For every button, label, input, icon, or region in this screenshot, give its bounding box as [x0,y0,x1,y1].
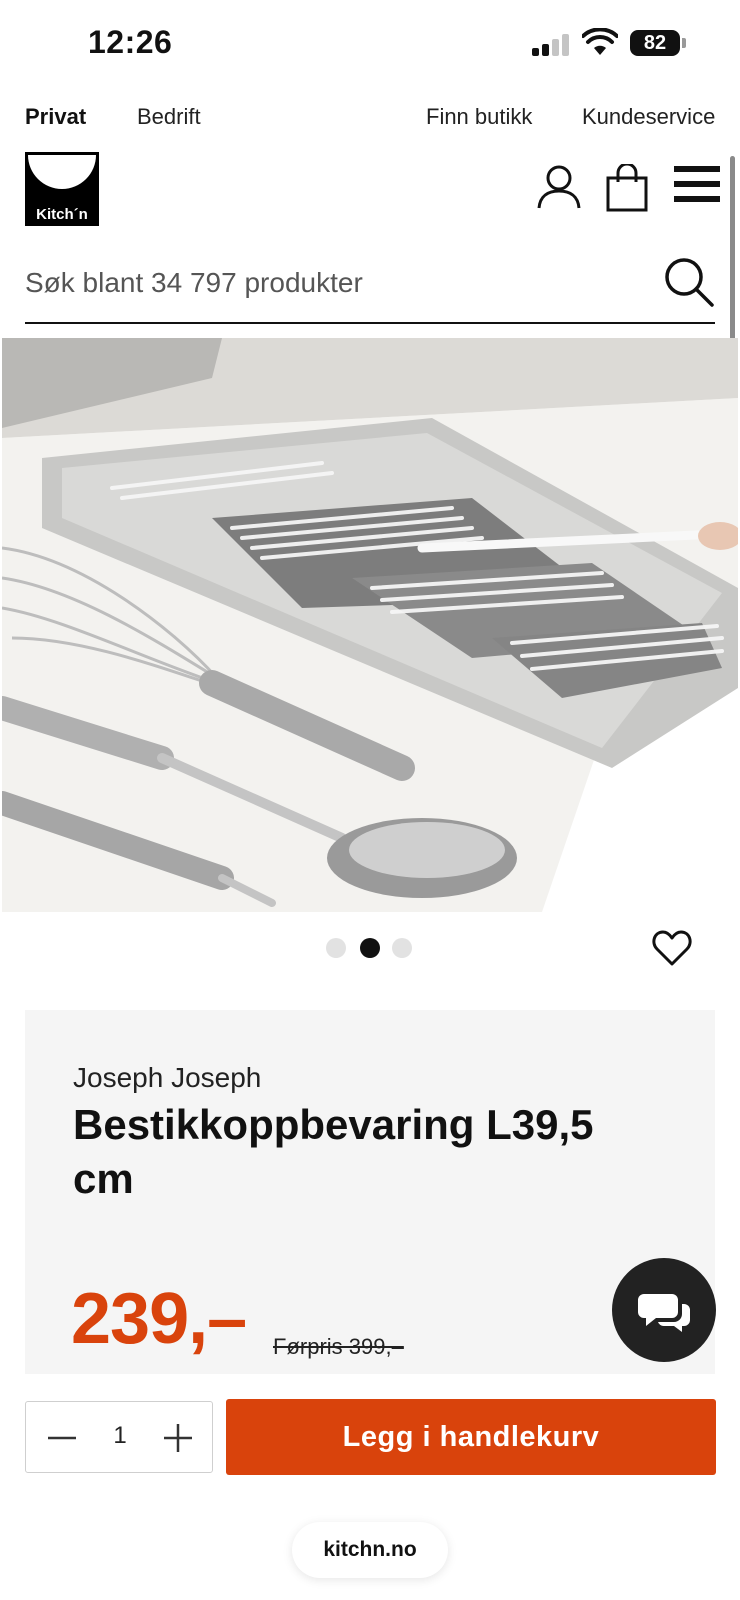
quantity-value[interactable]: 1 [90,1422,150,1450]
plus-icon[interactable] [156,1416,200,1460]
search-input[interactable] [25,260,645,306]
chat-icon [638,1294,690,1332]
quantity-stepper: 1 [25,1401,213,1473]
carousel-dot-2[interactable] [360,938,380,958]
battery-cap [682,38,686,48]
product-image[interactable] [2,338,738,912]
product-old-price: Førpris 399,– [273,1334,404,1359]
add-to-cart-button[interactable]: Legg i handlekurv [226,1399,716,1475]
nav-business-link[interactable]: Bedrift [137,104,201,130]
search-bar [25,250,715,324]
carousel-dot-3[interactable] [392,938,412,958]
product-price: 239,– [71,1279,247,1359]
user-icon[interactable] [536,164,582,210]
browser-url-bar[interactable]: kitchn.no [292,1522,448,1578]
search-icon[interactable] [663,256,715,308]
top-navigation: Privat Bedrift Finn butikk Kundeservice [0,100,740,136]
kitchn-logo[interactable]: Kitch´n [25,152,99,226]
menu-icon[interactable] [674,164,720,204]
minus-icon[interactable] [40,1416,84,1460]
product-brand[interactable]: Joseph Joseph [73,1062,261,1094]
cellular-signal-icon [532,34,572,56]
chat-button[interactable] [612,1258,716,1362]
nav-find-store-link[interactable]: Finn butikk [426,104,532,130]
heart-icon[interactable] [652,928,692,968]
battery-indicator: 82 [630,30,680,56]
wifi-icon [582,28,618,55]
product-title: Bestikkoppbevaring L39,5 cm [73,1101,594,1202]
nav-customer-service-link[interactable]: Kundeservice [582,104,715,130]
logo-text: Kitch´n [36,206,88,223]
carousel-dot-1[interactable] [326,938,346,958]
status-bar: 12:26 82 [0,0,740,90]
logo-shape [28,155,96,189]
nav-private-link[interactable]: Privat [25,104,86,130]
bag-icon[interactable] [606,164,648,212]
status-time: 12:26 [88,24,173,60]
carousel-dots [326,938,416,960]
